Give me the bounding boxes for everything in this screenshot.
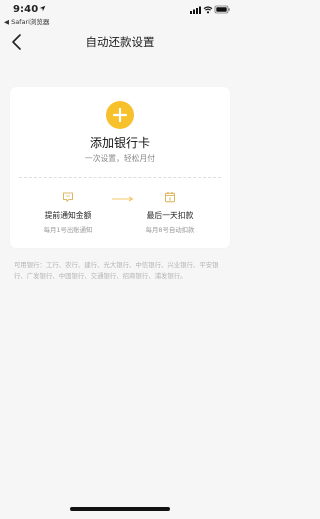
calendar-icon: 8 bbox=[165, 192, 175, 203]
auto-repay-card: 添加银行卡 一次设置，轻松月付 提前通知金额 每月1号出账通知 8 最后一天扣款… bbox=[10, 87, 230, 248]
step-notify-title: 提前通知金额 bbox=[44, 211, 92, 220]
step-deduct-desc: 每月8号自动扣款 bbox=[145, 226, 195, 234]
calendar-day-label: 8 bbox=[169, 196, 172, 201]
cellular-signal-icon bbox=[190, 6, 201, 14]
navigation-bar: 自动还款设置 bbox=[0, 28, 240, 56]
plus-icon bbox=[112, 107, 128, 123]
battery-icon bbox=[214, 5, 230, 14]
status-bar: 9:40 ◀ Safari浏览器 bbox=[0, 0, 240, 26]
location-arrow-icon bbox=[39, 5, 46, 12]
message-icon bbox=[63, 192, 73, 202]
home-indicator[interactable] bbox=[70, 507, 170, 511]
supported-banks-text: 可用银行：工行、农行、建行、光大银行、中信银行、兴业银行、平安银行、广发银行、中… bbox=[14, 261, 219, 280]
system-status-icons bbox=[190, 5, 230, 14]
step-notify: 提前通知金额 每月1号出账通知 bbox=[18, 191, 118, 234]
add-bank-card-title[interactable]: 添加银行卡 bbox=[10, 134, 230, 151]
wifi-icon bbox=[203, 6, 213, 14]
add-bank-card-subtitle: 一次设置，轻松月付 bbox=[84, 154, 156, 163]
status-time: 9:40 bbox=[13, 4, 39, 15]
step-notify-desc: 每月1号出账通知 bbox=[43, 226, 93, 234]
page-title: 自动还款设置 bbox=[85, 35, 155, 49]
back-to-safari-link[interactable]: ◀ Safari浏览器 bbox=[4, 16, 49, 26]
dashed-divider bbox=[19, 177, 221, 178]
step-deduct: 8 最后一天扣款 每月8号自动扣款 bbox=[120, 191, 220, 234]
add-bank-card-button[interactable] bbox=[106, 101, 134, 129]
step-deduct-title: 最后一天扣款 bbox=[146, 211, 194, 220]
